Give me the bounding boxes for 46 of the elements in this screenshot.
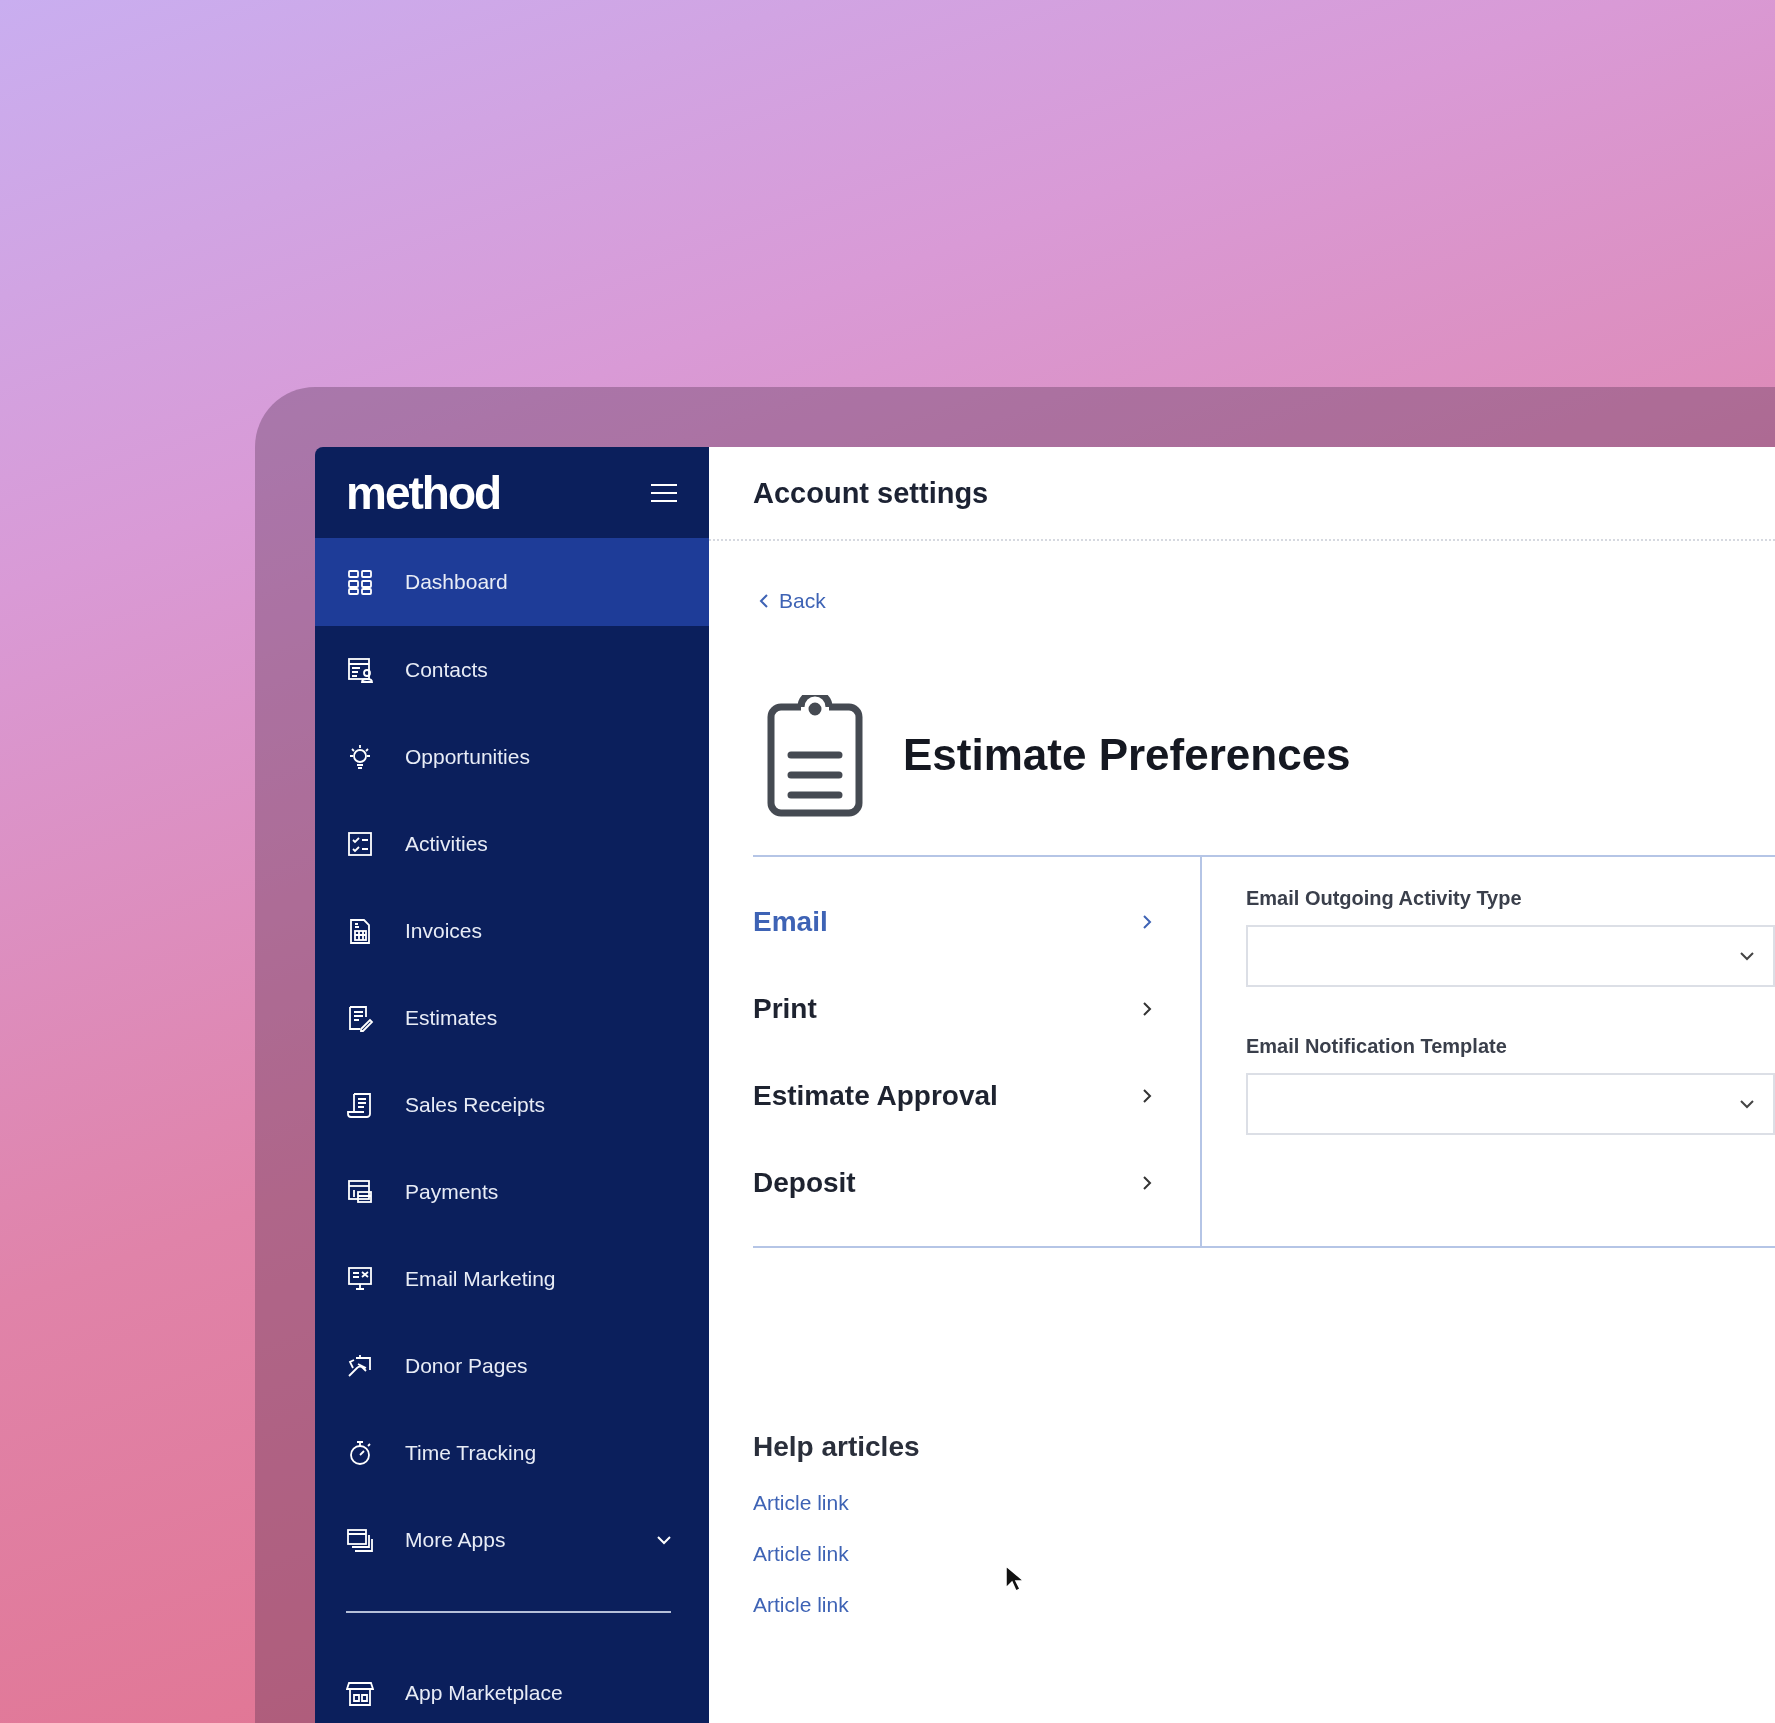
article-link[interactable]: Article link bbox=[753, 1477, 849, 1529]
chevron-down-icon bbox=[1739, 1098, 1755, 1109]
chevron-down-icon bbox=[1739, 950, 1755, 961]
sidebar-item[interactable]: Activities bbox=[315, 800, 709, 887]
chevron-right-icon bbox=[1142, 1088, 1152, 1104]
contact-list-icon bbox=[346, 655, 374, 684]
grid-icon bbox=[346, 568, 374, 596]
chevron-right-icon bbox=[1142, 1001, 1152, 1017]
checklist-icon bbox=[346, 829, 374, 858]
sidebar-item[interactable]: Dashboard bbox=[315, 538, 709, 626]
section-tab[interactable]: Print bbox=[753, 965, 1200, 1053]
sidebar-item[interactable]: Contacts bbox=[315, 626, 709, 713]
sidebar-item[interactable]: Opportunities bbox=[315, 713, 709, 800]
cursor-icon bbox=[1005, 1565, 1023, 1593]
logo: method bbox=[346, 469, 501, 516]
clipboard-icon bbox=[765, 694, 865, 817]
sidebar-item[interactable]: More Apps bbox=[315, 1496, 709, 1583]
sidebar-item[interactable]: Time Tracking bbox=[315, 1409, 709, 1496]
select-field[interactable] bbox=[1246, 924, 1775, 987]
sidebar-item[interactable]: Invoices bbox=[315, 887, 709, 974]
document-pencil-icon bbox=[346, 1003, 374, 1032]
chevron-right-icon bbox=[1142, 914, 1152, 930]
sidebar-item[interactable]: Estimates bbox=[315, 974, 709, 1061]
select-field[interactable] bbox=[1246, 1072, 1775, 1135]
article-link[interactable]: Article link bbox=[753, 1528, 849, 1580]
sidebar-item[interactable]: App Marketplace bbox=[315, 1649, 709, 1723]
chevron-right-icon bbox=[1142, 1175, 1152, 1191]
menu-button[interactable] bbox=[650, 481, 678, 504]
monitor-icon bbox=[346, 1264, 374, 1293]
sidebar-item[interactable]: Payments bbox=[315, 1148, 709, 1235]
page-header-title: Account settings bbox=[753, 475, 989, 511]
field-label: Email Outgoing Activity Type bbox=[1246, 885, 1523, 911]
back-link[interactable]: Back bbox=[759, 585, 826, 617]
sidebar-item[interactable]: Email Marketing bbox=[315, 1235, 709, 1322]
page-title: Estimate Preferences bbox=[903, 729, 1351, 782]
sidebar-item[interactable]: Donor Pages bbox=[315, 1322, 709, 1409]
chevron-left-icon bbox=[759, 592, 769, 609]
help-heading: Help articles bbox=[753, 1429, 921, 1464]
section-tab[interactable]: Deposit bbox=[753, 1139, 1200, 1227]
field-label: Email Notification Template bbox=[1246, 1033, 1508, 1059]
section-tab[interactable]: Estimate Approval bbox=[753, 1052, 1200, 1140]
payment-card-icon bbox=[346, 1177, 374, 1206]
receipt-icon bbox=[346, 1090, 374, 1119]
sidebar-item[interactable]: Sales Receipts bbox=[315, 1061, 709, 1148]
article-link[interactable]: Article link bbox=[753, 1579, 849, 1631]
section-tab[interactable]: Email bbox=[753, 878, 1200, 966]
